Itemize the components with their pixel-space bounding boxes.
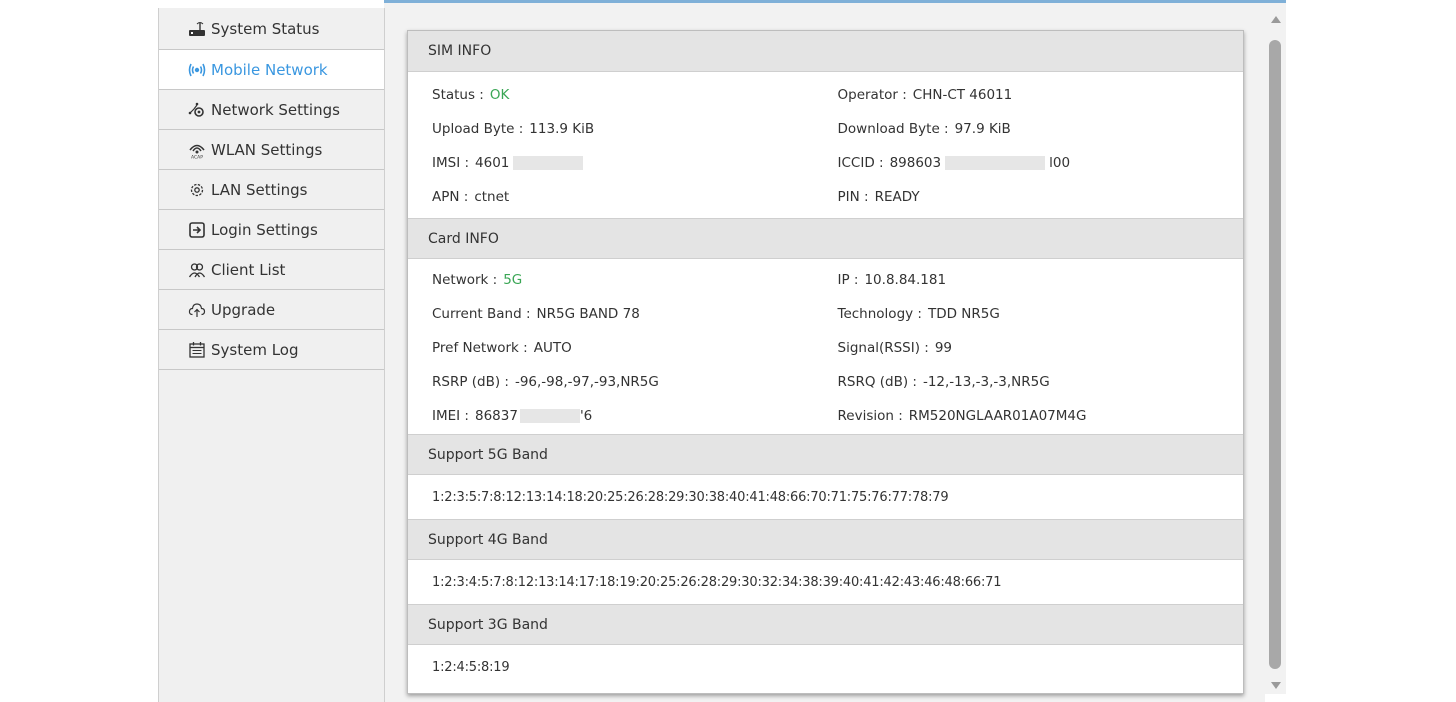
- status-label: Status :: [432, 87, 484, 103]
- sidebar-item-label: WLAN Settings: [211, 140, 323, 159]
- technology-label: Technology :: [837, 306, 922, 322]
- upload-label: Upload Byte :: [432, 121, 524, 137]
- info-row: Network : 5G IP : 10.8.84.181: [408, 263, 1243, 297]
- info-row: Current Band : NR5G BAND 78 Technology : T…: [408, 297, 1243, 331]
- sidebar-item-label: Login Settings: [211, 220, 318, 239]
- pref-network-label: Pref Network :: [432, 340, 528, 356]
- sidebar-item-label: System Status: [211, 19, 320, 38]
- rsrq-label: RSRQ (dB) :: [837, 374, 917, 390]
- wlan-icon: ACAP: [187, 141, 207, 159]
- imsi-value: 4601: [475, 155, 510, 171]
- sidebar-item-label: Upgrade: [211, 300, 276, 319]
- download-label: Download Byte :: [837, 121, 949, 137]
- iccid-label: ICCID :: [837, 155, 884, 171]
- upload-value: 113.9 KiB: [529, 121, 595, 137]
- sim-info-section: Status : OK Operator : CHN-CT 46011 Upload…: [408, 72, 1243, 218]
- redaction-mask: [513, 156, 584, 170]
- info-row: Status : OK Operator : CHN-CT 46011: [408, 78, 1243, 112]
- status-value: OK: [489, 87, 510, 103]
- download-value: 97.9 KiB: [954, 121, 1011, 137]
- sidebar-item-label: Network Settings: [211, 100, 340, 119]
- scroll-up-arrow-icon[interactable]: [1271, 16, 1281, 23]
- support-5g-band-value: 1:2:3:5:7:8:12:13:14:18:20:25:26:28:29:3…: [432, 489, 949, 505]
- technology-value: TDD NR5G: [927, 306, 1000, 322]
- svg-text:ACAP: ACAP: [191, 154, 203, 159]
- imei-label: IMEI :: [432, 408, 469, 424]
- redaction-mask: [945, 156, 1046, 170]
- mobile-network-panel: SIM INFO Status : OK Operator : CHN-CT 460…: [407, 30, 1244, 694]
- ip-value: 10.8.84.181: [864, 272, 947, 288]
- support-3g-band-value: 1:2:4:5:8:19: [432, 659, 510, 675]
- sidebar-item-label: Mobile Network: [211, 60, 328, 79]
- card-info-section: Network : 5G IP : 10.8.84.181 Current Band…: [408, 259, 1243, 434]
- rssi-label: Signal(RSSI) :: [837, 340, 929, 356]
- rsrp-value: -96,-98,-97,-93,NR5G: [514, 374, 659, 390]
- sidebar-item-label: System Log: [211, 340, 299, 359]
- cloud-upload-icon: [187, 301, 207, 319]
- sidebar-item-label: LAN Settings: [211, 180, 308, 199]
- sidebar-item-upgrade[interactable]: Upgrade: [159, 290, 384, 330]
- sidebar-item-system-log[interactable]: System Log: [159, 330, 384, 370]
- network-settings-icon: [187, 101, 207, 119]
- apn-label: APN :: [432, 189, 469, 205]
- revision-label: Revision :: [837, 408, 903, 424]
- login-icon: [187, 221, 207, 239]
- main-content: SIM INFO Status : OK Operator : CHN-CT 460…: [385, 8, 1265, 702]
- sidebar-item-mobile-network[interactable]: Mobile Network: [159, 50, 384, 90]
- info-row: IMSI : 4601 ICCID : 898603 l00: [408, 146, 1243, 180]
- operator-label: Operator :: [837, 87, 907, 103]
- imsi-label: IMSI :: [432, 155, 470, 171]
- support-3g-band-header: Support 3G Band: [408, 604, 1243, 645]
- current-band-value: NR5G BAND 78: [536, 306, 640, 322]
- info-row: Pref Network : AUTO Signal(RSSI) : 99: [408, 331, 1243, 365]
- pin-label: PIN :: [837, 189, 869, 205]
- sidebar-item-login-settings[interactable]: Login Settings: [159, 210, 384, 250]
- sidebar-item-lan-settings[interactable]: LAN Settings: [159, 170, 384, 210]
- iccid-suffix: l00: [1049, 155, 1071, 171]
- users-icon: [187, 261, 207, 279]
- rssi-value: 99: [934, 340, 953, 356]
- current-band-label: Current Band :: [432, 306, 531, 322]
- apn-value: ctnet: [474, 189, 510, 205]
- vertical-scrollbar[interactable]: [1265, 8, 1286, 694]
- pref-network-value: AUTO: [533, 340, 572, 356]
- sim-info-header: SIM INFO: [408, 31, 1243, 72]
- calendar-icon: [187, 341, 207, 359]
- network-label: Network :: [432, 272, 498, 288]
- operator-value: CHN-CT 46011: [912, 87, 1013, 103]
- info-row: RSRP (dB) : -96,-98,-97,-93,NR5G RSRQ (dB…: [408, 365, 1243, 399]
- info-row: IMEI : 86837 '6 Revision : RM520NGLAAR01A07…: [408, 399, 1243, 433]
- sidebar-item-system-status[interactable]: System Status: [159, 8, 384, 50]
- top-accent-bar: [384, 0, 1286, 8]
- network-value: 5G: [503, 272, 523, 288]
- imei-prefix: 86837: [474, 408, 518, 424]
- sidebar-item-label: Client List: [211, 260, 286, 279]
- rsrp-label: RSRP (dB) :: [432, 374, 509, 390]
- ip-label: IP :: [837, 272, 859, 288]
- pin-value: READY: [874, 189, 920, 205]
- gear-icon: [187, 181, 207, 199]
- revision-value: RM520NGLAAR01A07M4G: [908, 408, 1087, 424]
- info-row: APN : ctnet PIN : READY: [408, 180, 1243, 214]
- redaction-mask: [519, 409, 580, 423]
- support-5g-band-header: Support 5G Band: [408, 434, 1243, 475]
- sidebar-nav: System Status Mobile Network Network Set…: [158, 8, 385, 702]
- iccid-prefix: 898603: [889, 155, 942, 171]
- sidebar-item-wlan-settings[interactable]: ACAP WLAN Settings: [159, 130, 384, 170]
- support-4g-band-value: 1:2:3:4:5:7:8:12:13:14:17:18:19:20:25:26…: [432, 574, 1002, 590]
- scroll-down-arrow-icon[interactable]: [1271, 682, 1281, 689]
- signal-icon: [187, 61, 207, 79]
- card-info-header: Card INFO: [408, 218, 1243, 259]
- support-4g-band-header: Support 4G Band: [408, 519, 1243, 560]
- info-row: Upload Byte : 113.9 KiB Download Byte : 97…: [408, 112, 1243, 146]
- sidebar-item-client-list[interactable]: Client List: [159, 250, 384, 290]
- rsrq-value: -12,-13,-3,-3,NR5G: [922, 374, 1050, 390]
- scrollbar-thumb[interactable]: [1269, 40, 1281, 669]
- router-icon: [187, 20, 207, 38]
- imei-suffix: '6: [579, 408, 593, 424]
- sidebar-item-network-settings[interactable]: Network Settings: [159, 90, 384, 130]
